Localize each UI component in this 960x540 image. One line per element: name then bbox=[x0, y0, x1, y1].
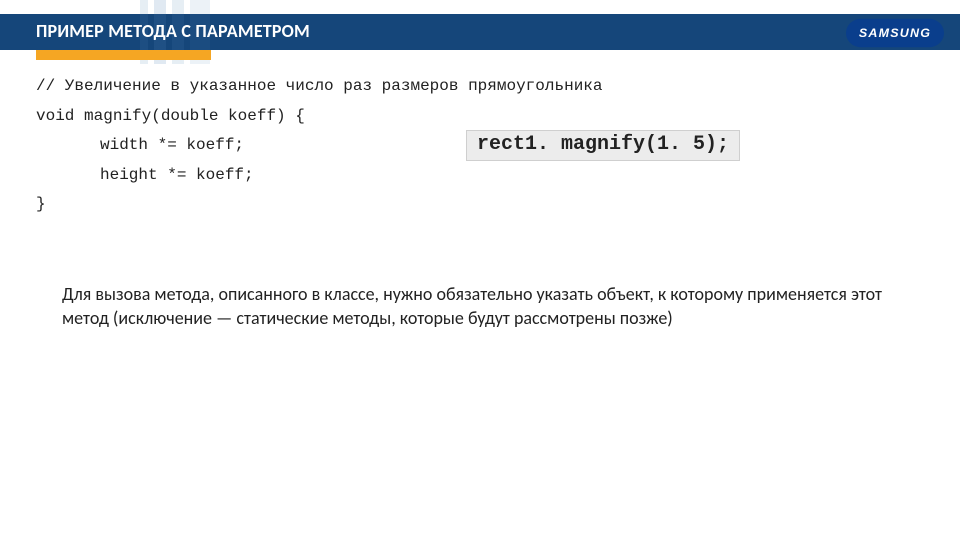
call-example-box: rect1. magnify(1. 5); bbox=[466, 130, 740, 161]
code-line: void magnify(double koeff) { bbox=[36, 102, 924, 132]
page-title: ПРИМЕР МЕТОДА С ПАРАМЕТРОМ bbox=[36, 20, 310, 42]
accent-bar bbox=[36, 50, 211, 60]
body-paragraph: Для вызова метода, описанного в классе, … bbox=[62, 282, 900, 331]
code-line: } bbox=[36, 190, 924, 220]
code-comment: // Увеличение в указанное число раз разм… bbox=[36, 72, 924, 102]
code-line: height *= koeff; bbox=[36, 161, 924, 191]
header-bar: ПРИМЕР МЕТОДА С ПАРАМЕТРОМ SAMSUNG bbox=[0, 14, 960, 50]
logo-pill: SAMSUNG bbox=[846, 19, 944, 48]
logo-text: SAMSUNG bbox=[859, 26, 931, 39]
logo: SAMSUNG bbox=[846, 18, 944, 48]
